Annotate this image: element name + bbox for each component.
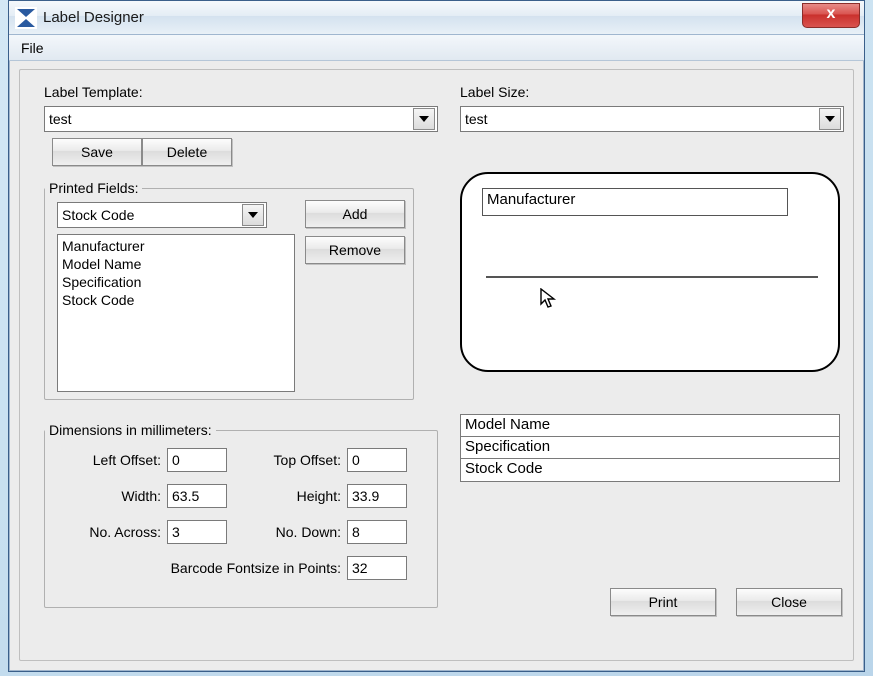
remove-button[interactable]: Remove	[305, 236, 405, 264]
barcode-label: Barcode Fontsize in Points:	[45, 560, 341, 576]
cursor-icon	[540, 288, 558, 316]
save-button[interactable]: Save	[52, 138, 142, 166]
left-offset-input[interactable]	[167, 448, 227, 472]
height-label: Height:	[231, 488, 341, 504]
titlebar[interactable]: Label Designer x	[9, 1, 864, 35]
barcode-input[interactable]	[347, 556, 407, 580]
width-input[interactable]	[167, 484, 227, 508]
label-template-label: Label Template:	[44, 84, 143, 100]
list-item[interactable]: Model Name	[60, 255, 292, 273]
close-button[interactable]: Close	[736, 588, 842, 616]
app-icon	[15, 7, 37, 29]
label-template-value: test	[49, 111, 72, 127]
table-row[interactable]: Specification	[461, 437, 839, 459]
preview-divider-line	[486, 276, 818, 278]
printed-fields-legend: Printed Fields:	[45, 180, 142, 196]
list-item[interactable]: Stock Code	[60, 291, 292, 309]
menu-file[interactable]: File	[15, 38, 50, 58]
label-template-combo[interactable]: test	[44, 106, 438, 132]
top-offset-input[interactable]	[347, 448, 407, 472]
label-size-combo[interactable]: test	[460, 106, 844, 132]
no-across-label: No. Across:	[45, 524, 161, 540]
label-size-value: test	[465, 111, 488, 127]
chevron-down-icon	[819, 108, 841, 130]
fields-grid[interactable]: Model NameSpecificationStock Code	[460, 414, 840, 482]
label-preview[interactable]: Manufacturer	[460, 172, 840, 372]
label-designer-window: Label Designer x File Label Template: te…	[8, 0, 865, 672]
list-item[interactable]: Specification	[60, 273, 292, 291]
preview-field-manufacturer[interactable]: Manufacturer	[482, 188, 788, 216]
chevron-down-icon	[242, 204, 264, 226]
label-size-label: Label Size:	[460, 84, 529, 100]
print-button[interactable]: Print	[610, 588, 716, 616]
table-row[interactable]: Model Name	[461, 415, 839, 437]
printed-fields-group: Printed Fields: Stock Code Add Remove Ma…	[44, 180, 414, 400]
close-window-button[interactable]: x	[802, 3, 860, 28]
chevron-down-icon	[413, 108, 435, 130]
no-down-input[interactable]	[347, 520, 407, 544]
printed-fields-list[interactable]: ManufacturerModel NameSpecificationStock…	[57, 234, 295, 392]
no-across-input[interactable]	[167, 520, 227, 544]
no-down-label: No. Down:	[231, 524, 341, 540]
client-area: Label Template: test Save Delete Label S…	[19, 69, 854, 661]
menubar: File	[9, 35, 864, 61]
height-input[interactable]	[347, 484, 407, 508]
list-item[interactable]: Manufacturer	[60, 237, 292, 255]
dimensions-group: Dimensions in millimeters: Left Offset: …	[44, 422, 438, 608]
left-offset-label: Left Offset:	[45, 452, 161, 468]
close-icon: x	[827, 5, 836, 22]
printed-field-selector[interactable]: Stock Code	[57, 202, 267, 228]
window-title: Label Designer	[43, 9, 144, 26]
delete-button[interactable]: Delete	[142, 138, 232, 166]
dimensions-legend: Dimensions in millimeters:	[45, 422, 216, 438]
table-row[interactable]: Stock Code	[461, 459, 839, 481]
printed-field-selector-value: Stock Code	[62, 207, 134, 223]
top-offset-label: Top Offset:	[231, 452, 341, 468]
add-button[interactable]: Add	[305, 200, 405, 228]
width-label: Width:	[45, 488, 161, 504]
